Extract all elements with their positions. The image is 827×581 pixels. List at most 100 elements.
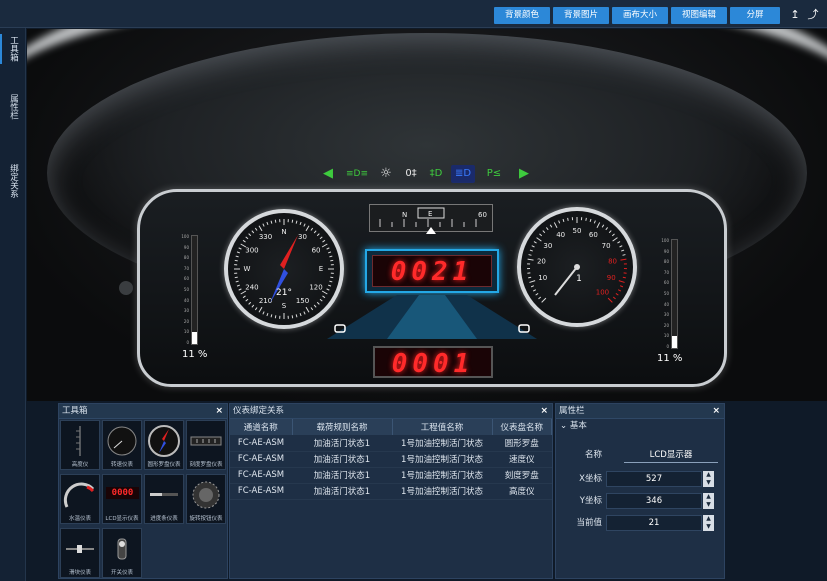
main-lcd-display[interactable]: 0021 [372, 255, 492, 287]
table-row[interactable]: FC-AE-ASM 加油活门状态1 1号加油控制活门状态 圆形罗盘 [230, 435, 552, 452]
current-value-stepper[interactable]: ▲ ▼ [703, 515, 714, 531]
compass-tick [274, 315, 277, 319]
compass-tick [274, 219, 277, 223]
cell-engineering-value: 1号加油控制活门状态 [392, 451, 492, 468]
compass-tick [305, 225, 310, 232]
left-turn-arrow-icon[interactable]: ◀ [317, 165, 339, 183]
x-coordinate-stepper[interactable]: ▲ ▼ [703, 471, 714, 487]
tool-rotary-knob[interactable]: 旋转按钮仪表 [186, 474, 226, 524]
compass-label: 60 [312, 247, 321, 255]
compass-face: N 30 60 E 120150 S 210240 W 300330 21° [234, 219, 334, 319]
parking-lamp-icon[interactable]: P≤ [483, 165, 505, 183]
toolbox-close-icon[interactable]: × [215, 404, 223, 419]
column-dashboard[interactable]: 仪表盘名称 [492, 419, 552, 435]
side-tab-label: 属性栏 [8, 94, 19, 120]
tool-progress-bar[interactable]: 进度条仪表 [144, 474, 184, 524]
compass-tick [313, 230, 317, 234]
export-arrow-icon[interactable]: ⤴ [806, 6, 820, 24]
upload-arrow-icon[interactable]: ↥ [788, 6, 802, 24]
properties-close-icon[interactable]: × [712, 404, 720, 419]
cell-channel: FC-AE-ASM [230, 467, 292, 484]
y-coordinate-stepper[interactable]: ▲ ▼ [703, 493, 714, 509]
compass-label: 240 [245, 284, 258, 292]
compass-tick [234, 276, 238, 279]
side-tab-bindings[interactable]: 绑定关系 [6, 164, 20, 202]
speed-tick [532, 289, 537, 292]
speed-label: 60 [589, 231, 598, 239]
speed-tick [622, 254, 626, 256]
bindings-close-icon[interactable]: × [540, 404, 548, 419]
fog-lamp-icon[interactable]: 0‡ [401, 165, 421, 183]
compass-tick [235, 280, 239, 283]
background-color-button[interactable]: 背景颜色 [494, 7, 550, 24]
cell-dashboard: 速度仪 [492, 451, 552, 468]
right-level-bar-gauge[interactable]: 100 90 80 70 60 50 40 30 20 10 0 [659, 239, 679, 349]
high-beam-icon[interactable]: ≣D [451, 165, 475, 183]
speed-tick [527, 258, 534, 261]
speed-tick [605, 227, 609, 231]
compass-dial[interactable]: N 30 60 E 120 150 S 210 240 W 300 330 21° [224, 209, 344, 329]
properties-panel: 属性栏 × ⌄ 基本 名称 LCD显示器 X坐标 527 ▲ ▼ Y坐标 346 … [555, 403, 725, 579]
secondary-lcd-display[interactable]: 0001 [373, 346, 493, 379]
bar-tick-label: 70 [663, 269, 669, 275]
table-row[interactable]: FC-AE-ASM 加油活门状态1 1号加油控制活门状态 刻度罗盘 [230, 467, 552, 484]
toolbox-panel: 工具箱 × 高度仪 转速仪表 圆形罗盘仪表 刻度罗盘仪表 水温仪表 0000 L… [58, 403, 228, 579]
compass-tick [295, 314, 298, 318]
section-basic-toggle[interactable]: ⌄ 基本 [556, 419, 724, 434]
bar-tick-label: 10 [663, 333, 669, 339]
bar-tick-label: 90 [663, 248, 669, 254]
tool-label: 进度条仪表 [150, 516, 178, 522]
tool-altimeter[interactable]: 高度仪 [60, 420, 100, 470]
tool-round-compass[interactable]: 圆形罗盘仪表 [144, 420, 184, 470]
water-temp-thumb-icon [63, 482, 95, 508]
cell-payload-rule: 加油活门状态1 [292, 467, 392, 484]
tool-tachometer[interactable]: 转速仪表 [102, 420, 142, 470]
dashboard-canvas[interactable]: ◀ ≡D≡ ☼ 0‡ ‡D ≣D P≤ ▶ 100 90 80 70 60 50 40 30 2… [27, 29, 827, 401]
speed-tick [589, 218, 592, 223]
compass-tick [258, 306, 263, 313]
tool-switch[interactable]: 开关仪表 [102, 528, 142, 578]
speed-label: 90 [607, 274, 616, 282]
cell-payload-rule: 加油活门状态1 [292, 435, 392, 452]
speed-needle [554, 266, 578, 296]
x-coordinate-input[interactable]: 527 [606, 471, 702, 487]
tool-water-temp[interactable]: 水温仪表 [60, 474, 100, 524]
speed-tick [608, 230, 612, 234]
y-coordinate-input[interactable]: 346 [606, 493, 702, 509]
prop-name-value[interactable]: LCD显示器 [624, 448, 718, 463]
table-row[interactable]: FC-AE-ASM 加油活门状态1 1号加油控制活门状态 速度仪 [230, 451, 552, 468]
compass-tick [236, 251, 241, 254]
column-engineering-value[interactable]: 工程值名称 [392, 419, 493, 435]
column-channel[interactable]: 通道名称 [230, 419, 293, 435]
column-payload-rule[interactable]: 载荷规则名称 [292, 419, 393, 435]
tool-scale-compass[interactable]: 刻度罗盘仪表 [186, 420, 226, 470]
compass-tick [291, 219, 294, 223]
speed-tick [612, 237, 618, 242]
table-header-row: 通道名称 载荷规则名称 工程值名称 仪表盘名称 [230, 419, 552, 435]
background-image-button[interactable]: 背景图片 [553, 7, 609, 24]
table-row[interactable]: FC-AE-ASM 加油活门状态1 1号加油控制活门状态 高度仪 [230, 483, 552, 500]
current-value-input[interactable]: 21 [606, 515, 702, 531]
position-lamp-icon[interactable]: ‡D [425, 165, 447, 183]
tool-slider[interactable]: 滑块仪表 [60, 528, 100, 578]
compass-thumb-icon [148, 425, 180, 457]
right-bar-percent: 11 % [657, 353, 683, 364]
tachometer-thumb-icon [107, 426, 137, 456]
sun-lamp-icon[interactable]: ☼ [377, 165, 395, 183]
tool-lcd-display[interactable]: 0000 LCD显示仪表 [102, 474, 142, 524]
speed-tick [536, 237, 542, 242]
compass-tick [330, 259, 334, 262]
low-beam-icon[interactable]: ≡D≡ [345, 165, 369, 183]
bar-tick-label: 50 [183, 287, 189, 292]
split-screen-button[interactable]: 分屏 [730, 7, 780, 24]
view-edit-button[interactable]: 视图编辑 [671, 7, 727, 24]
canvas-size-button[interactable]: 画布大小 [612, 7, 668, 24]
side-tab-properties[interactable]: 属性栏 [6, 94, 20, 124]
cell-channel: FC-AE-ASM [230, 451, 292, 468]
tool-label: 开关仪表 [110, 570, 133, 576]
compass-north-needle [280, 235, 298, 269]
right-turn-arrow-icon[interactable]: ▶ [513, 165, 535, 183]
side-tab-toolbox[interactable]: 工具箱 [0, 34, 20, 66]
left-level-bar-gauge[interactable]: 100 90 80 70 60 50 40 30 20 10 0 [179, 235, 199, 345]
speed-dial[interactable]: 10 20 30 40 50 60 70 80 90 100 1 [517, 207, 637, 327]
